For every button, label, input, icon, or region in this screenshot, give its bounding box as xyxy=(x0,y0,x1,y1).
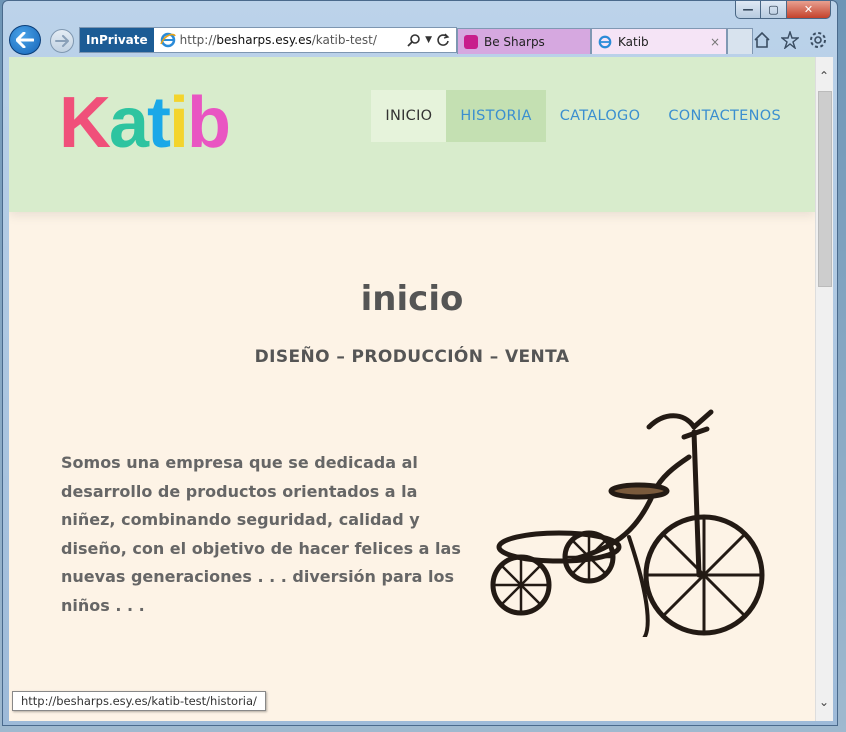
new-tab-button[interactable] xyxy=(727,28,753,54)
logo-letter-b: b xyxy=(187,83,231,163)
home-icon[interactable] xyxy=(753,31,771,49)
vertical-scrollbar[interactable]: ⌃ ⌄ xyxy=(815,57,833,721)
star-icon[interactable] xyxy=(781,31,799,49)
status-url-tooltip: http://besharps.esy.es/katib-test/histor… xyxy=(12,691,266,711)
address-path: /katib-test/ xyxy=(311,33,377,47)
tab-title: Katib xyxy=(618,34,649,49)
ie-tab-icon xyxy=(598,35,612,48)
page-viewport: Katib INICIO HISTORIA CATALOGO CONTACTEN… xyxy=(9,57,833,721)
nav-inicio[interactable]: INICIO xyxy=(371,90,447,142)
tagline: DISEÑO – PRODUCCIÓN – VENTA xyxy=(254,347,570,367)
close-tab-icon[interactable]: × xyxy=(710,35,720,49)
scroll-down-icon[interactable]: ⌄ xyxy=(819,695,829,709)
logo-letter-i: i xyxy=(169,83,189,163)
chevron-down-icon[interactable]: ▼ xyxy=(425,33,432,47)
main-menu: INICIO HISTORIA CATALOGO CONTACTENOS xyxy=(371,90,795,142)
ie-page-icon xyxy=(159,32,176,48)
site-header: Katib INICIO HISTORIA CATALOGO CONTACTEN… xyxy=(9,57,815,212)
page-title: inicio xyxy=(360,279,464,319)
address-actions: ▼ xyxy=(407,33,456,47)
browser-window: — ▢ ✕ InPrivate http://besharps.esy.es/k… xyxy=(2,0,838,726)
minimize-button[interactable]: — xyxy=(735,1,761,19)
navigation-row: InPrivate http://besharps.esy.es/katib-t… xyxy=(9,25,831,55)
gear-icon[interactable] xyxy=(809,31,827,49)
intro-paragraph: Somos una empresa que se dedicada al des… xyxy=(61,453,461,615)
back-arrow-icon xyxy=(16,32,34,48)
forward-button[interactable] xyxy=(50,29,74,53)
nav-contactenos[interactable]: CONTACTENOS xyxy=(654,90,795,142)
katib-logo[interactable]: Katib xyxy=(59,87,239,183)
be-sharps-favicon-icon xyxy=(464,34,478,49)
tab-title: Be Sharps xyxy=(484,34,545,49)
search-icon[interactable] xyxy=(407,33,421,47)
address-host: besharps.esy.es xyxy=(216,33,312,47)
close-window-button[interactable]: ✕ xyxy=(787,1,831,19)
logo-letter-k: K xyxy=(59,83,111,163)
logo-letter-a: a xyxy=(109,83,149,163)
nav-historia[interactable]: HISTORIA xyxy=(446,90,546,142)
address-bar[interactable]: InPrivate http://besharps.esy.es/katib-t… xyxy=(79,27,457,53)
tricycle-image xyxy=(490,409,765,637)
toolbar-icons xyxy=(753,31,827,49)
inprivate-badge: InPrivate xyxy=(80,28,154,52)
scroll-thumb[interactable] xyxy=(818,91,832,287)
nav-catalogo[interactable]: CATALOGO xyxy=(546,90,655,142)
back-button[interactable] xyxy=(9,25,41,55)
tab-be-sharps[interactable]: Be Sharps xyxy=(457,28,591,54)
maximize-button[interactable]: ▢ xyxy=(761,1,787,19)
caption-buttons: — ▢ ✕ xyxy=(735,1,831,19)
logo-text: Katib xyxy=(59,87,239,159)
logo-letter-t: t xyxy=(147,83,171,163)
scroll-up-icon[interactable]: ⌃ xyxy=(819,69,829,83)
address-prefix: http:// xyxy=(179,33,217,47)
tab-katib[interactable]: Katib × xyxy=(591,28,727,54)
refresh-icon[interactable] xyxy=(436,33,450,47)
forward-arrow-icon xyxy=(55,35,69,47)
